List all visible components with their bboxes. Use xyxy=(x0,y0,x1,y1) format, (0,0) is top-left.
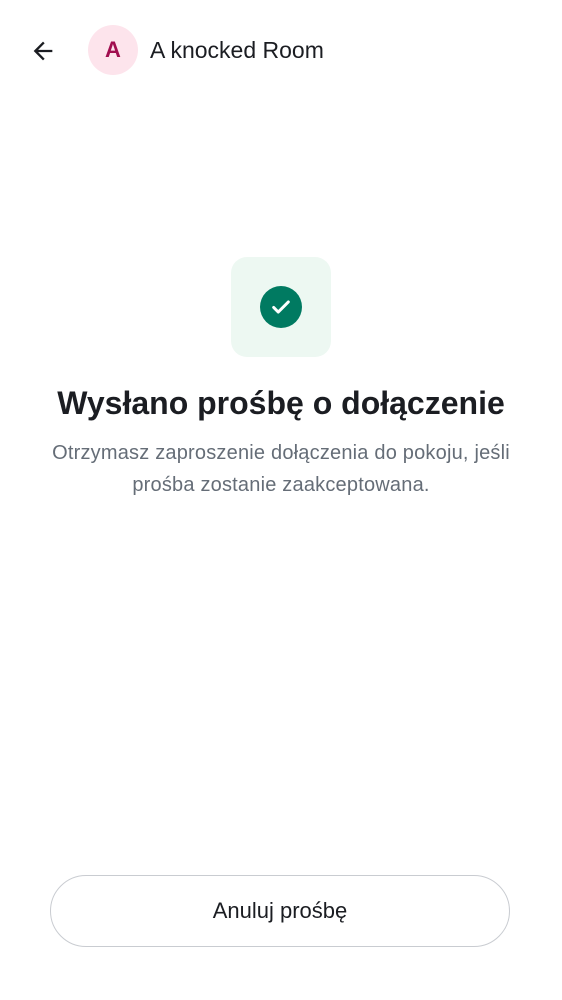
room-name: A knocked Room xyxy=(150,37,324,63)
back-button[interactable] xyxy=(22,30,64,72)
arrow-left-icon xyxy=(33,41,53,61)
status-icon-tile xyxy=(231,257,331,357)
room-avatar: A xyxy=(88,25,138,75)
avatar-letter: A xyxy=(105,37,121,62)
page-title: Wysłano prośbę o dołączenie xyxy=(57,385,505,421)
status-description: Otrzymasz zaproszenie dołączenia do poko… xyxy=(52,442,510,496)
top-app-bar: A A knocked Room xyxy=(0,0,562,100)
check-circle-icon xyxy=(260,286,302,328)
cancel-request-button[interactable]: Anuluj prośbę xyxy=(50,875,510,947)
